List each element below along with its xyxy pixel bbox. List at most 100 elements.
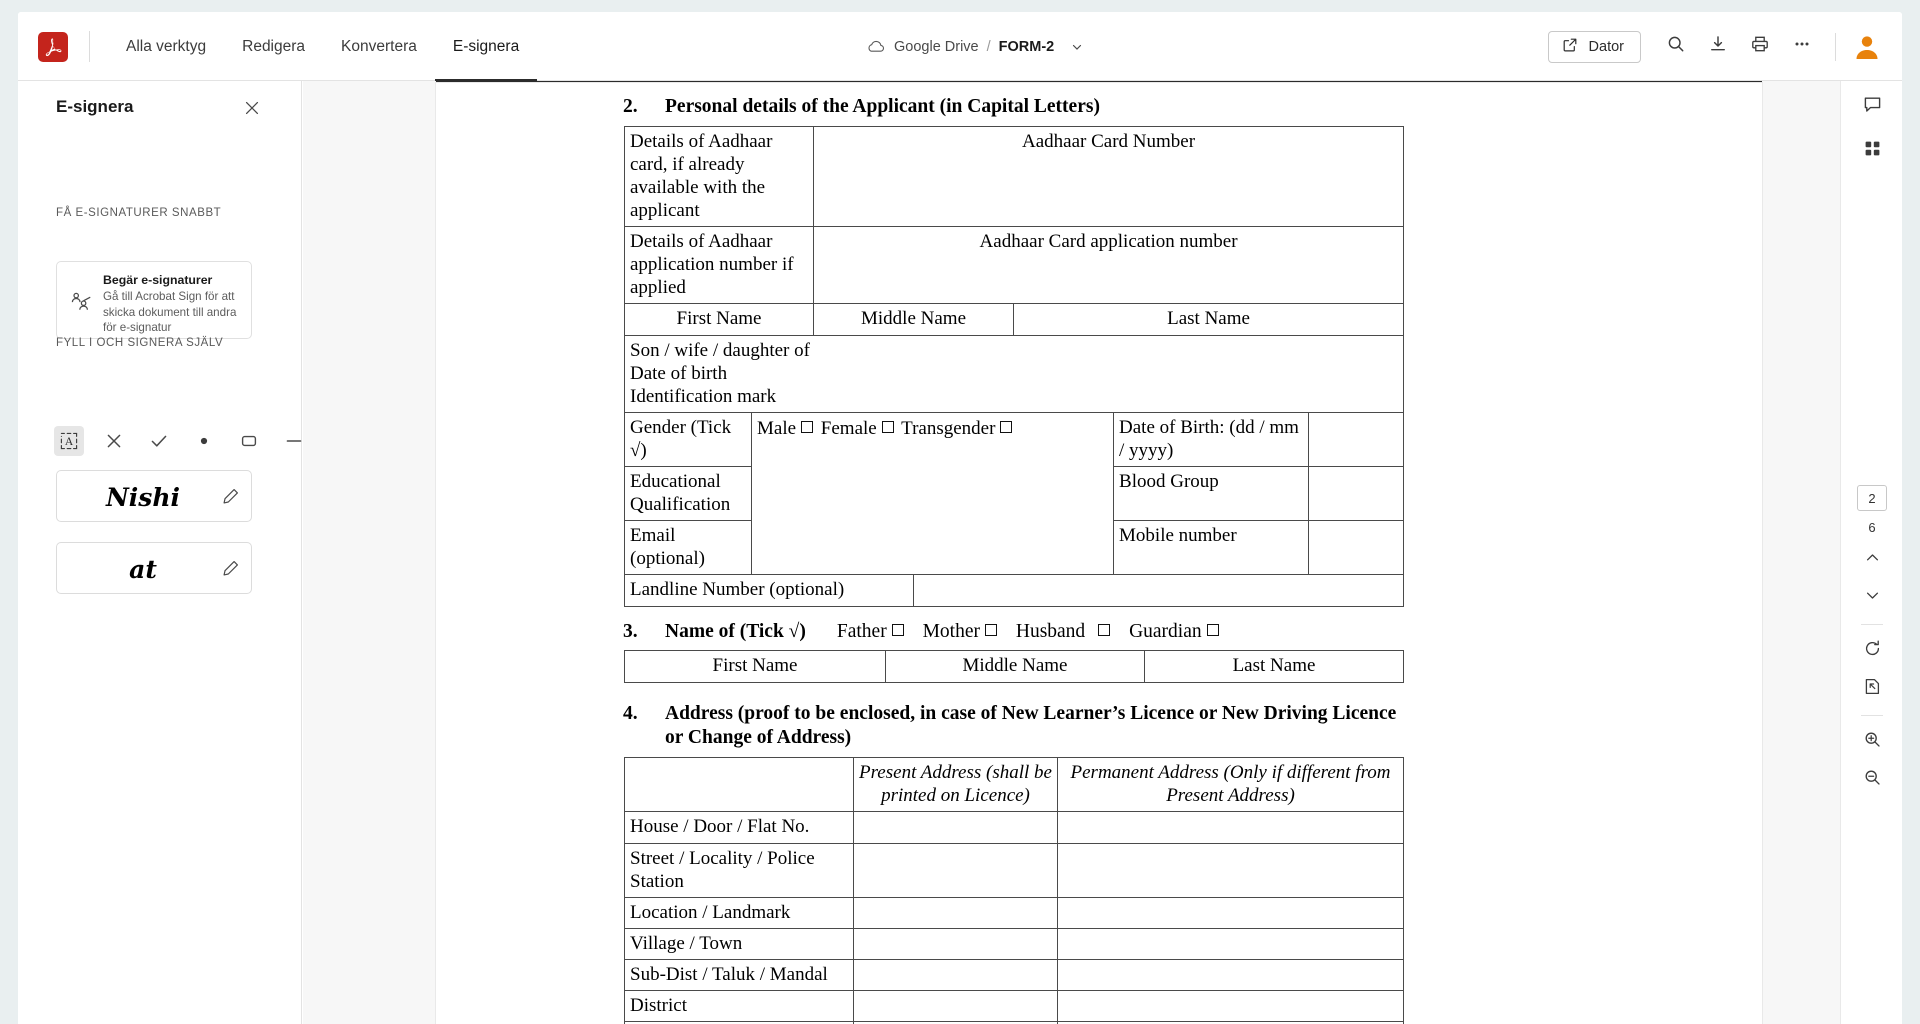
section-3-options: Father Mother Husband Guardian [837, 620, 1222, 644]
present-address-value[interactable] [853, 843, 1058, 898]
permanent-address-value[interactable] [1057, 811, 1404, 844]
aadhaar-card-number-cell[interactable]: Aadhaar Card Number [813, 126, 1405, 227]
text-box-tool[interactable]: A [54, 426, 84, 456]
gender-female-label: Female [820, 418, 877, 439]
user-avatar[interactable] [1850, 29, 1884, 64]
zoom-in-button[interactable] [1854, 724, 1890, 760]
permanent-address-value[interactable] [1057, 928, 1404, 960]
permanent-address-value[interactable] [1057, 990, 1404, 1022]
table-row: District [624, 990, 1404, 1022]
dob-label: Date of Birth: (dd / mm / yyyy) [1113, 412, 1310, 467]
section-4-number: 4. [623, 703, 638, 724]
current-page-input[interactable]: 2 [1857, 485, 1887, 511]
address-corner-cell [624, 757, 854, 812]
aadhaar-application-number-cell[interactable]: Aadhaar Card application number [813, 226, 1405, 304]
previous-page-button[interactable] [1854, 542, 1890, 578]
table-row: Details of Aadhaar card, if already avai… [623, 126, 1405, 227]
personal-details-table: Details of Aadhaar card, if already avai… [623, 126, 1405, 607]
gender-transgender-checkbox[interactable] [1000, 421, 1013, 433]
adobe-acrobat-logo-icon[interactable] [38, 32, 68, 62]
request-signatures-heading: Begär e-signaturer [103, 273, 213, 287]
dot-tool[interactable] [189, 426, 219, 456]
share-dator-button[interactable]: Dator [1547, 30, 1641, 63]
saved-signature-2-text: at [129, 554, 157, 584]
table-row: House / Door / Flat No. [624, 811, 1404, 844]
breadcrumb-source[interactable]: Google Drive [894, 39, 979, 55]
saved-signature-1[interactable]: Nishi [56, 470, 252, 522]
cross-mark-tool[interactable] [99, 426, 129, 456]
rotate-page-button[interactable] [1854, 633, 1890, 669]
zoom-in-icon [1863, 730, 1882, 754]
present-address-value[interactable] [853, 897, 1058, 929]
landline-value-cell[interactable] [913, 574, 1405, 607]
husband-checkbox[interactable] [1098, 624, 1111, 636]
breadcrumb-filename: FORM-2 [998, 38, 1055, 55]
father-checkbox[interactable] [891, 624, 904, 636]
menu-konvertera[interactable]: Konvertera [323, 12, 435, 81]
search-button[interactable] [1657, 28, 1695, 66]
middle-name-header: Middle Name [813, 303, 1015, 336]
request-signatures-card[interactable]: Begär e-signaturer Gå till Acrobat Sign … [56, 261, 252, 339]
rail-separator [1861, 715, 1883, 716]
mother-checkbox[interactable] [984, 624, 997, 636]
saved-signature-2[interactable]: at [56, 542, 252, 594]
present-address-value[interactable] [853, 928, 1058, 960]
menu-redigera[interactable]: Redigera [224, 12, 323, 81]
table-row: Location / Landmark [624, 897, 1404, 929]
gender-male-label: Male [757, 418, 797, 439]
apps-grid-button[interactable] [1854, 133, 1890, 169]
document-viewport[interactable]: 2. Personal details of the Applicant (in… [303, 81, 1902, 1024]
menu-e-signera[interactable]: E-signera [435, 12, 537, 81]
saved-signature-1-text: Nishi [105, 482, 181, 512]
address-table: Present Address (shall be printed on Lic… [624, 757, 1404, 1024]
present-address-value[interactable] [853, 811, 1058, 844]
dob-value-cell[interactable] [1308, 412, 1405, 467]
mobile-value-cell[interactable] [1308, 520, 1405, 575]
download-button[interactable] [1699, 28, 1737, 66]
section-3-heading: 3. Name of (Tick √) Father Mother Husban… [623, 620, 1423, 644]
table-row: Gender (Tick √) Male Female Transgender … [624, 412, 1405, 575]
blood-group-label: Blood Group [1113, 466, 1310, 521]
present-address-value[interactable] [853, 959, 1058, 991]
aadhaar-application-label: Details of Aadhaar application number if… [623, 226, 815, 304]
section-3-title: Name of (Tick √) [665, 621, 806, 642]
zoom-out-icon [1863, 768, 1882, 792]
permanent-address-value[interactable] [1057, 959, 1404, 991]
present-address-value[interactable] [853, 990, 1058, 1022]
permanent-address-value[interactable] [1057, 843, 1404, 898]
permanent-address-value[interactable] [1057, 897, 1404, 929]
more-options-button[interactable] [1783, 28, 1821, 66]
name-of-last-name-header: Last Name [1144, 650, 1404, 683]
pencil-icon[interactable] [221, 559, 240, 578]
chevron-up-icon [1864, 549, 1881, 571]
right-sidebar: 2 6 [1840, 81, 1902, 1024]
address-row-label: Sub-Dist / Taluk / Mandal [624, 959, 854, 991]
guardian-checkbox[interactable] [1206, 624, 1219, 636]
check-mark-tool[interactable] [144, 426, 174, 456]
close-icon[interactable] [241, 97, 263, 119]
fit-page-button[interactable] [1854, 671, 1890, 707]
relation-details-cell[interactable]: Son / wife / daughter of Date of birth I… [623, 335, 1405, 413]
menu-alla-verktyg[interactable]: Alla verktyg [108, 12, 224, 81]
blood-group-value-cell[interactable] [1308, 466, 1405, 521]
print-button[interactable] [1741, 28, 1779, 66]
gender-options-cell[interactable]: Male Female Transgender [750, 412, 1115, 575]
chevron-down-icon[interactable] [1070, 40, 1084, 54]
pencil-icon[interactable] [221, 487, 240, 506]
table-row: Landline Number (optional) [623, 574, 1405, 607]
toolbar-divider-right [1835, 32, 1836, 61]
esign-panel: E-signera FÅ E-SIGNATURER SNABBT Begär e… [18, 81, 302, 1024]
gender-female-checkbox[interactable] [881, 421, 894, 433]
rectangle-tool[interactable] [234, 426, 264, 456]
husband-label: Husband [1015, 621, 1086, 642]
gender-label: Gender (Tick √) [624, 412, 752, 467]
pdf-page: 2. Personal details of the Applicant (in… [436, 83, 1762, 1024]
next-page-button[interactable] [1854, 580, 1890, 616]
gender-male-checkbox[interactable] [801, 421, 814, 433]
request-signatures-icon [69, 290, 93, 314]
zoom-out-button[interactable] [1854, 762, 1890, 798]
top-right-actions: Dator [1547, 12, 1884, 81]
comment-panel-button[interactable] [1854, 89, 1890, 125]
table-row: First Name Middle Name Last Name [623, 303, 1405, 336]
guardian-label: Guardian [1129, 621, 1202, 642]
